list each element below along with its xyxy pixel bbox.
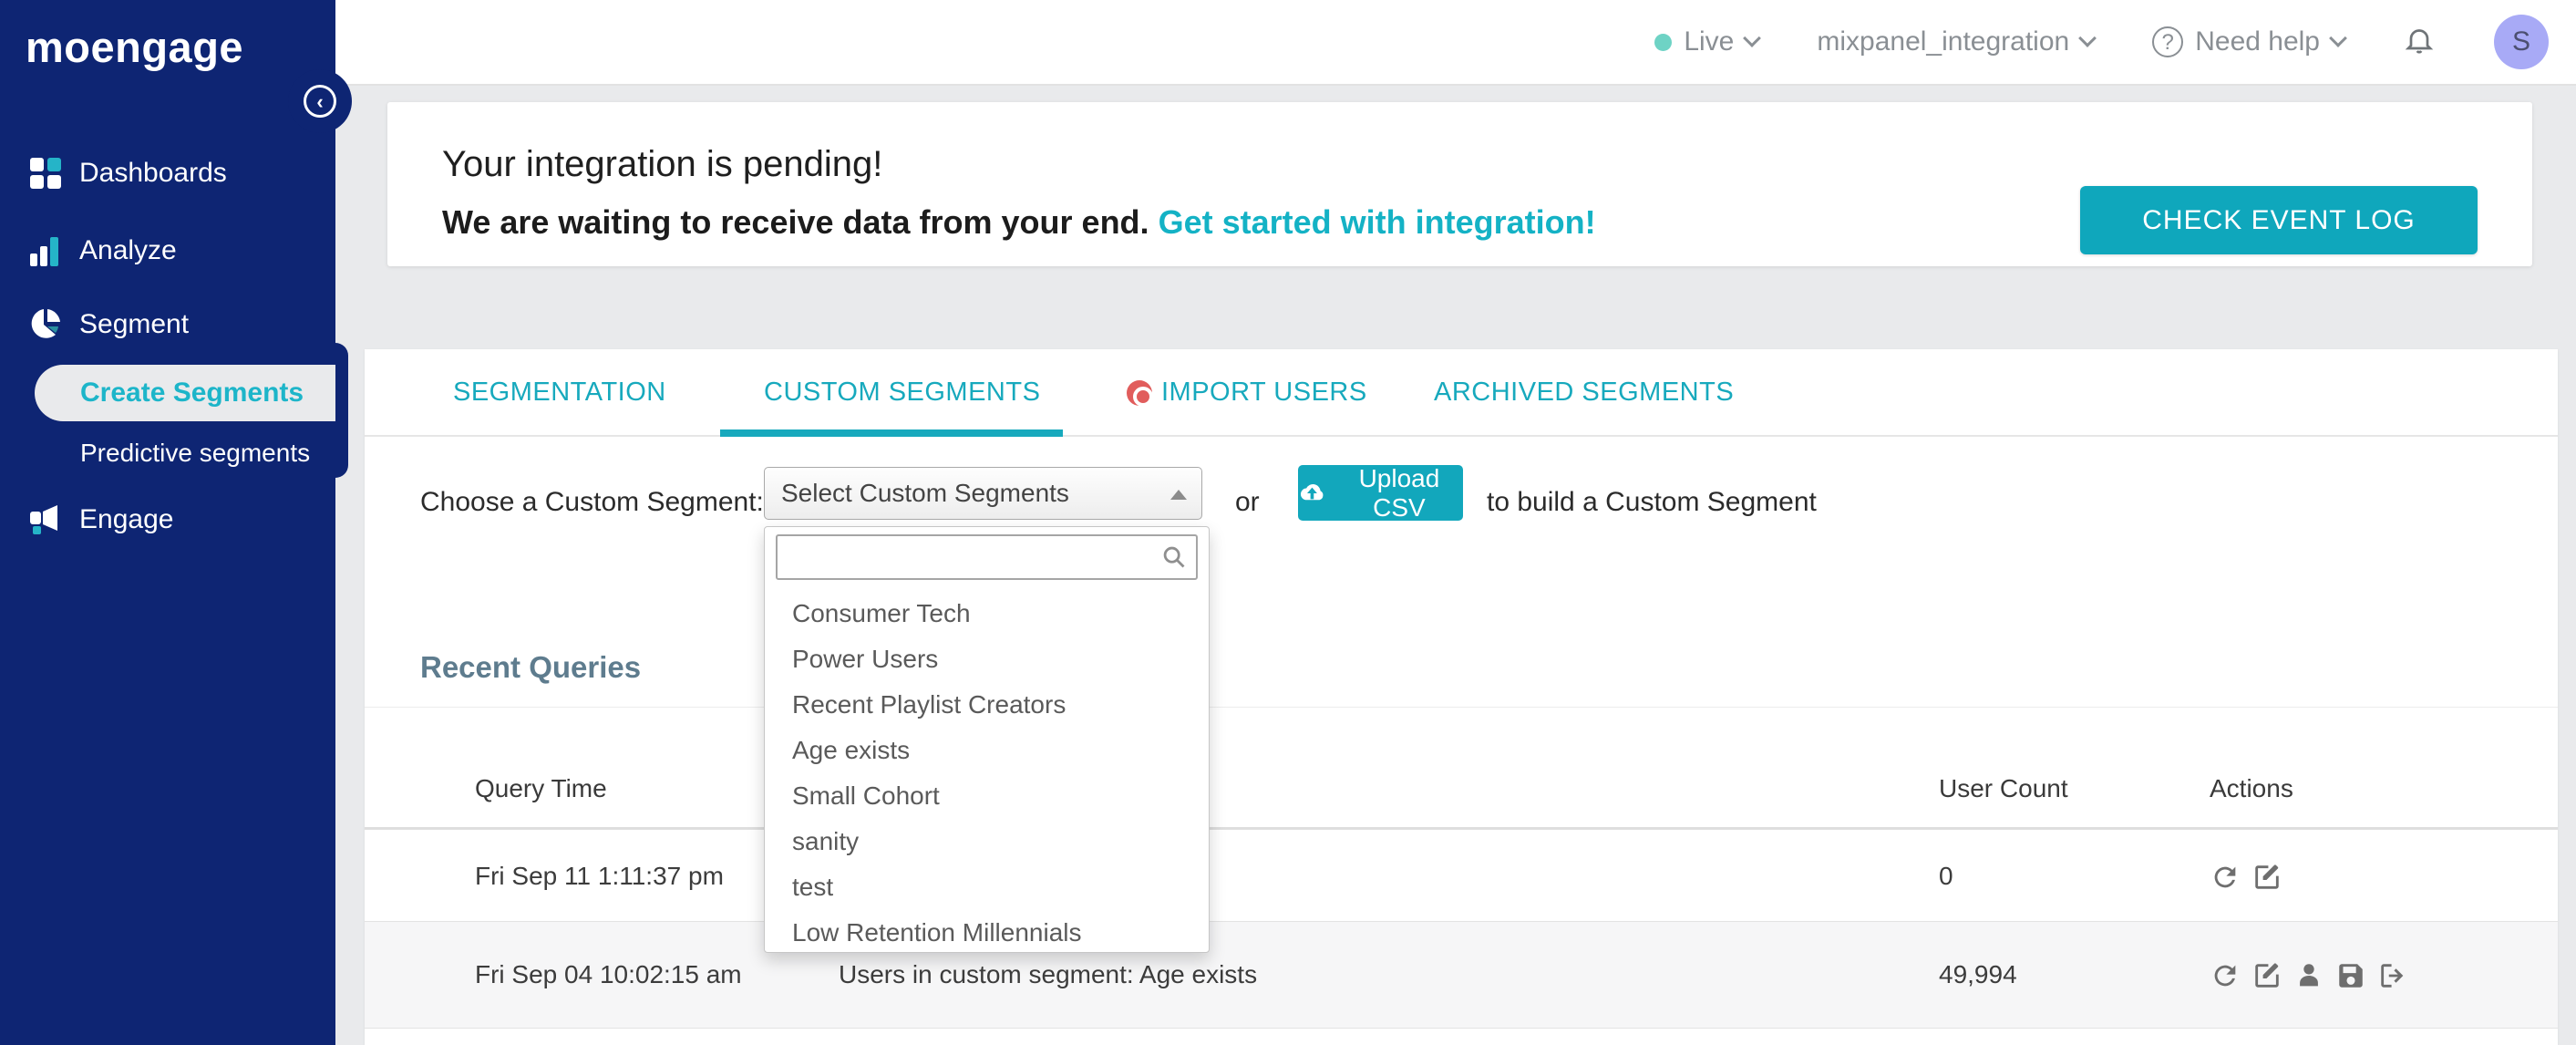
or-label: or — [1235, 487, 1260, 517]
dropdown-option[interactable]: Consumer Tech — [765, 591, 1209, 636]
avatar-initial: S — [2511, 26, 2530, 57]
chevron-down-icon — [1743, 29, 1762, 47]
query-time-cell: Fri Sep 04 10:02:15 am — [475, 960, 742, 988]
caret-up-icon — [1170, 490, 1187, 500]
banner-subtitle-text: We are waiting to receive data from your… — [442, 203, 1149, 241]
workspace-label: mixpanel_integration — [1817, 26, 2070, 57]
sidebar-item-dashboards[interactable]: Dashboards — [0, 145, 335, 202]
divider — [365, 707, 2558, 708]
sidebar-collapse-button[interactable]: ‹ — [288, 69, 352, 133]
user-icon[interactable] — [2293, 960, 2324, 991]
row-actions — [2210, 862, 2282, 893]
segment-search-input[interactable] — [776, 534, 1198, 580]
chevron-down-icon — [2329, 29, 2347, 47]
tab-import-users[interactable]: IMPORT USERS — [1127, 378, 1367, 408]
tab-archived-segments[interactable]: ARCHIVED SEGMENTS — [1434, 378, 1734, 408]
query-time-cell: Fri Sep 11 1:11:37 pm — [475, 862, 724, 890]
topbar: Live mixpanel_integration ? Need help S — [335, 0, 2576, 86]
tab-bar: SEGMENTATION CUSTOM SEGMENTS IMPORT USER… — [365, 349, 2558, 437]
select-value: Select Custom Segments — [781, 479, 1069, 507]
tab-label: CUSTOM SEGMENTS — [764, 378, 1041, 407]
refresh-icon[interactable] — [2210, 960, 2241, 991]
grid-icon — [30, 158, 61, 189]
bell-icon — [2405, 28, 2434, 54]
app-screen: moengage Dashboards Analyze Segment Crea… — [0, 0, 2576, 1045]
sidebar-item-label: Predictive segments — [80, 439, 311, 467]
megaphone-icon — [30, 504, 61, 535]
sidebar-item-predictive-segments[interactable]: Predictive segments — [0, 427, 335, 480]
tab-custom-segments[interactable]: CUSTOM SEGMENTS — [764, 378, 1040, 408]
bar-chart-icon — [30, 235, 61, 266]
dropdown-option[interactable]: Low Retention Millennials — [765, 910, 1209, 956]
active-tab-underline — [720, 429, 1063, 437]
dropdown-search — [776, 534, 1198, 580]
need-help-menu[interactable]: ? Need help — [2152, 26, 2347, 57]
query-description-cell: Users in custom segment: Age exists — [839, 960, 1258, 988]
dropdown-option[interactable]: Age exists — [765, 728, 1209, 773]
user-avatar[interactable]: S — [2494, 15, 2549, 69]
refresh-icon[interactable] — [2210, 862, 2241, 893]
tab-label: SEGMENTATION — [453, 378, 666, 407]
sidebar-submenu-bulge — [335, 343, 348, 478]
dropdown-option-list: Consumer Tech Power Users Recent Playlis… — [765, 591, 1209, 956]
need-help-label: Need help — [2195, 26, 2320, 57]
sidebar-item-label: Dashboards — [79, 158, 227, 188]
recent-queries-title: Recent Queries — [420, 650, 642, 684]
environment-label: Live — [1684, 26, 1735, 57]
sidebar-item-engage[interactable]: Engage — [0, 491, 335, 548]
column-user-count: User Count — [1939, 774, 2068, 802]
upload-csv-button[interactable]: Upload CSV — [1298, 463, 1463, 522]
search-icon — [1163, 546, 1185, 568]
dropdown-option[interactable]: sanity — [765, 819, 1209, 864]
dropdown-option[interactable]: Small Cohort — [765, 773, 1209, 819]
sidebar: moengage Dashboards Analyze Segment Crea… — [0, 0, 348, 1045]
sidebar-item-analyze[interactable]: Analyze — [0, 222, 335, 279]
record-dot-icon — [1127, 379, 1153, 407]
environment-switcher[interactable]: Live — [1654, 26, 1762, 57]
cloud-upload-icon — [1300, 483, 1324, 500]
chevron-left-icon: ‹ — [304, 85, 336, 118]
tab-label: ARCHIVED SEGMENTS — [1434, 378, 1735, 407]
live-status-dot-icon — [1654, 33, 1673, 51]
banner-title: Your integration is pending! — [442, 144, 883, 184]
column-query-time: Query Time — [475, 774, 607, 802]
chevron-down-icon — [2078, 29, 2097, 47]
save-icon[interactable] — [2335, 960, 2366, 991]
segments-card: SEGMENTATION CUSTOM SEGMENTS IMPORT USER… — [365, 349, 2558, 1045]
dropdown-option[interactable]: test — [765, 864, 1209, 910]
upload-csv-label: Upload CSV — [1358, 463, 1440, 522]
choose-segment-label: Choose a Custom Segment: — [420, 487, 764, 517]
sidebar-item-create-segments[interactable]: Create Segments — [35, 365, 348, 421]
sidebar-item-segment[interactable]: Segment — [0, 296, 335, 353]
build-segment-label: to build a Custom Segment — [1487, 487, 1817, 517]
pie-chart-icon — [30, 309, 61, 340]
edit-icon[interactable] — [2251, 862, 2282, 893]
moengage-logo: moengage — [26, 23, 244, 71]
edit-icon[interactable] — [2251, 960, 2282, 991]
sidebar-item-label: Analyze — [79, 235, 177, 265]
row-actions — [2210, 960, 2408, 991]
user-count-cell: 49,994 — [1939, 960, 2017, 988]
tab-segmentation[interactable]: SEGMENTATION — [453, 378, 666, 408]
sidebar-item-label: Engage — [79, 504, 174, 534]
dropdown-option[interactable]: Power Users — [765, 636, 1209, 682]
custom-segments-select[interactable]: Select Custom Segments — [764, 467, 1202, 520]
table-row: Fri Sep 04 10:02:15 am Users in custom s… — [365, 921, 2558, 1029]
workspace-switcher[interactable]: mixpanel_integration — [1817, 26, 2097, 57]
integration-banner: Your integration is pending! We are wait… — [387, 102, 2532, 266]
custom-segments-dropdown: Consumer Tech Power Users Recent Playlis… — [764, 526, 1210, 953]
check-event-log-button[interactable]: CHECK EVENT LOG — [2080, 186, 2478, 254]
column-actions: Actions — [2210, 774, 2293, 802]
get-started-link[interactable]: Get started with integration! — [1159, 203, 1596, 241]
dropdown-option[interactable]: Recent Playlist Creators — [765, 682, 1209, 728]
notifications-button[interactable] — [2403, 24, 2436, 61]
sidebar-item-label: Create Segments — [80, 378, 304, 408]
sidebar-item-label: Segment — [79, 309, 190, 339]
tab-label: IMPORT USERS — [1161, 378, 1367, 407]
export-icon[interactable] — [2377, 960, 2408, 991]
table-row: Fri Sep 11 1:11:37 pm 0 — [365, 833, 2558, 921]
table-header: Query Time User Count Actions — [365, 752, 2558, 830]
user-count-cell: 0 — [1939, 862, 1953, 890]
help-icon: ? — [2152, 26, 2184, 57]
